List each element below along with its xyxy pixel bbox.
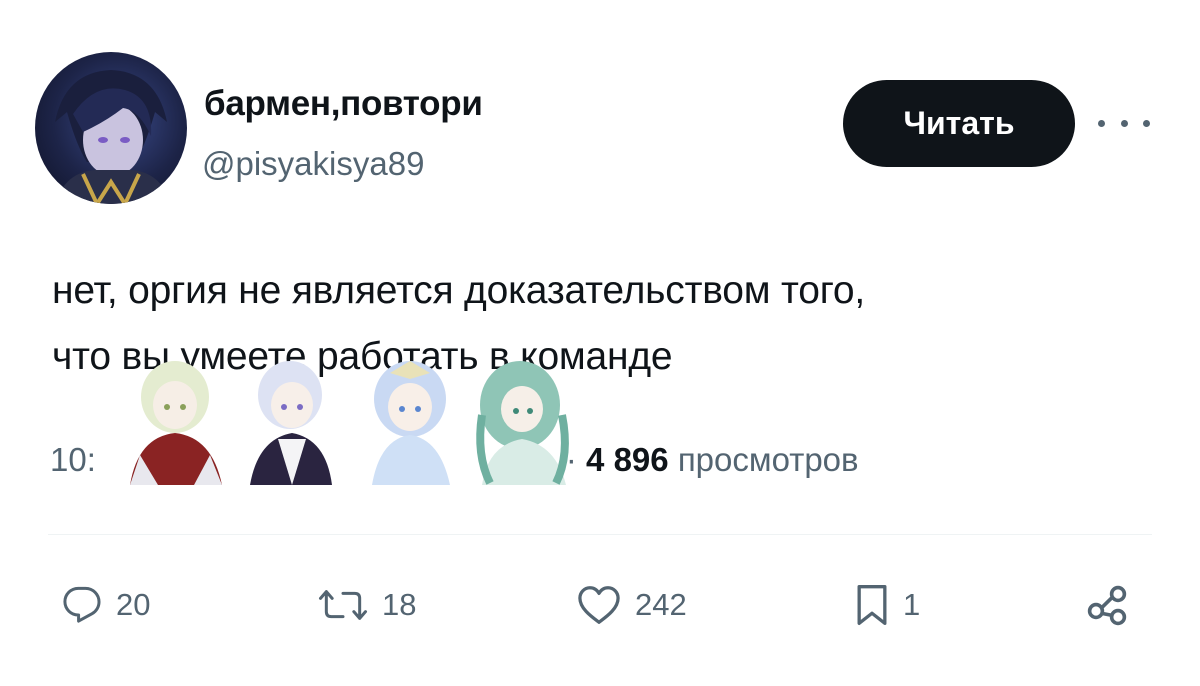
views-count: 4 896 (586, 441, 669, 478)
reply-count: 20 (116, 587, 151, 622)
tweet-time[interactable]: 10: (50, 441, 96, 478)
like-button[interactable]: 242 (577, 570, 687, 640)
repost-icon (319, 590, 367, 620)
reply-button[interactable]: 20 (62, 570, 150, 640)
repost-count: 18 (382, 587, 417, 622)
display-name[interactable]: бармен,повтори (204, 84, 483, 124)
views-label: просмотров (677, 441, 859, 478)
character-sticker (130, 361, 569, 485)
tweet-line: нет, оргия не является доказательством т… (52, 269, 866, 312)
bookmark-count: 1 (903, 587, 921, 622)
bookmark-icon (857, 585, 887, 625)
like-icon (578, 586, 620, 624)
user-handle[interactable]: @pisyakisya89 (202, 145, 424, 183)
like-count: 242 (635, 587, 687, 622)
share-icon (1087, 585, 1127, 626)
repost-button[interactable]: 18 (318, 570, 416, 640)
share-button[interactable] (1084, 570, 1132, 640)
follow-button[interactable]: Читать (843, 80, 1075, 167)
reply-icon (63, 586, 101, 623)
divider (48, 534, 1152, 535)
avatar[interactable] (35, 52, 187, 204)
action-bar: 20 18 242 1 (0, 570, 1200, 640)
bookmark-button[interactable]: 1 (855, 570, 920, 640)
avatar-image (55, 70, 171, 204)
more-options-icon[interactable] (1098, 108, 1150, 138)
